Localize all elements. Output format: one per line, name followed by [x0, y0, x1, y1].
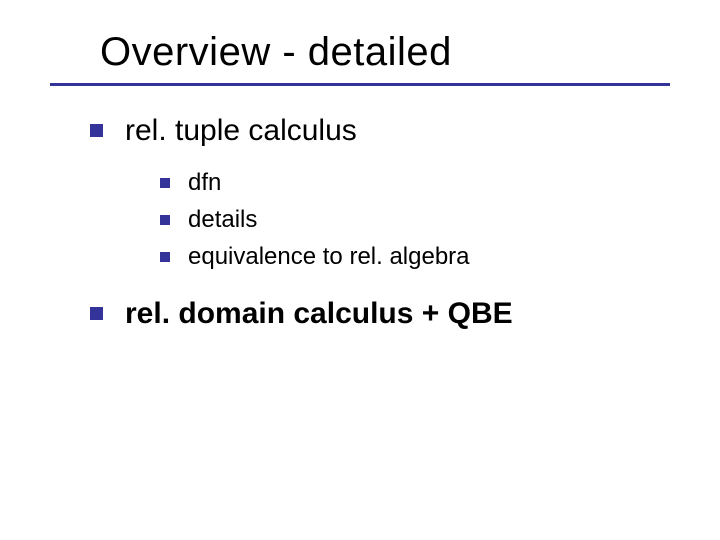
list-item: details: [160, 206, 720, 235]
list-item: rel. domain calculus + QBE: [90, 297, 720, 330]
list-item-label: rel. domain calculus + QBE: [125, 297, 513, 330]
list-item: dfn: [160, 169, 720, 198]
slide: Overview - detailed rel. tuple calculus …: [0, 0, 720, 540]
list-item-label: dfn: [188, 169, 221, 198]
title-underline: [50, 83, 670, 86]
square-bullet-icon: [160, 215, 170, 225]
list-item-label: details: [188, 206, 257, 235]
square-bullet-icon: [160, 252, 170, 262]
list-item-label: rel. tuple calculus: [125, 114, 357, 147]
slide-body: rel. tuple calculus dfn details equivale…: [90, 114, 720, 330]
slide-title: Overview - detailed: [100, 30, 720, 75]
list-item: rel. tuple calculus: [90, 114, 720, 147]
square-bullet-icon: [160, 178, 170, 188]
square-bullet-icon: [90, 307, 103, 320]
sub-list: dfn details equivalence to rel. algebra: [160, 169, 720, 271]
list-item-label: equivalence to rel. algebra: [188, 243, 470, 272]
square-bullet-icon: [90, 124, 103, 137]
list-item: equivalence to rel. algebra: [160, 243, 720, 272]
